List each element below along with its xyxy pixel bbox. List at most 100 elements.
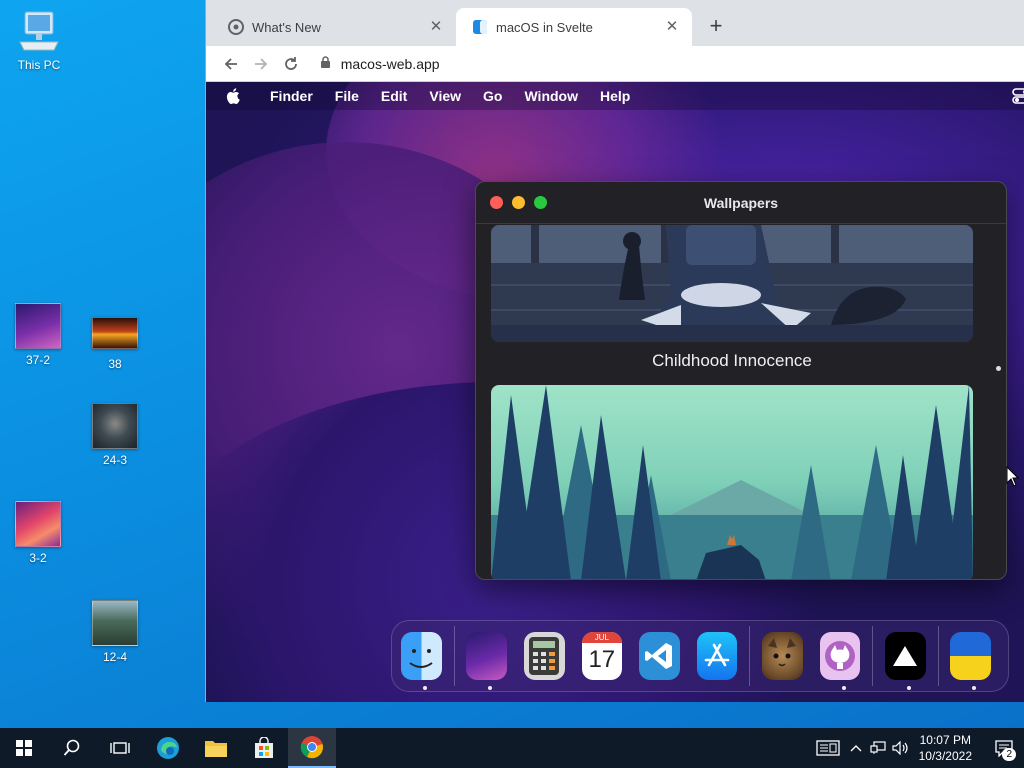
tab-whats-new[interactable]: What's New ✕ [212,8,456,46]
vscode-icon[interactable] [639,632,680,680]
dock-separator [872,626,874,686]
cat-avatar-icon[interactable] [762,632,803,680]
running-indicator [972,686,977,690]
menu-help[interactable]: Help [600,88,630,104]
network-icon[interactable] [867,728,889,768]
desktop-icon-label: 24-3 [102,453,128,467]
wallpaper-preview-image [491,225,973,342]
edge-button[interactable] [144,728,192,768]
desktop-icon-wallpaper[interactable]: 38 [80,307,150,371]
menu-view[interactable]: View [429,88,461,104]
vercel-icon[interactable] [885,632,926,690]
running-indicator [488,686,493,690]
finder-icon[interactable] [401,632,442,690]
dock-separator [453,626,455,686]
window-titlebar[interactable]: Wallpapers [476,182,1006,224]
forward-arrow-icon[interactable] [246,50,276,78]
task-view-icon [110,742,130,754]
menu-app-name[interactable]: Finder [270,88,313,104]
menu-window[interactable]: Window [524,88,578,104]
store-button[interactable] [240,728,288,768]
macos-dock: JUL 17 [391,620,1009,692]
chrome-icon [300,736,323,759]
clock[interactable]: 10:07 PM 10/3/2022 [919,732,972,764]
new-tab-button[interactable]: + [704,14,728,38]
address-text: macos-web.app [340,55,440,72]
tab-macos-in-svelte[interactable]: macOS in Svelte ✕ [456,8,692,46]
desktop-icon-label: 3-2 [29,551,47,565]
desktop-icon-label: This PC [17,58,61,72]
wallpaper-thumbnail [92,600,138,646]
calendar-day: 17 [588,646,616,673]
tab-title: macOS in Svelte [496,19,593,35]
store-icon [255,737,273,758]
chevron-up-icon[interactable] [845,728,867,768]
start-button[interactable] [0,728,48,768]
search-button[interactable] [48,728,96,768]
wallpaper-thumbnail [92,403,138,449]
notification-count: 2 [1002,748,1016,761]
file-explorer-button[interactable] [192,728,240,768]
traffic-lights [490,196,547,209]
running-indicator [907,686,912,690]
back-arrow-icon[interactable] [216,50,246,78]
volume-icon[interactable] [889,728,911,768]
close-window-button[interactable] [490,196,503,209]
app-store-icon[interactable] [696,632,738,680]
desktop-icon-label: 38 [108,357,122,371]
scrollbar-indicator[interactable] [996,366,1001,371]
computer-icon [19,11,59,51]
address-bar[interactable]: macos-web.app [314,50,1024,78]
desktop-icon-wallpaper[interactable]: 37-2 [3,303,73,367]
desktop-icon-this-pc[interactable]: This PC [4,10,74,72]
menu-file[interactable]: File [335,88,359,104]
task-view-button[interactable] [96,728,144,768]
desktop-icon-label: 12-4 [102,650,128,664]
dock-separator [749,626,751,686]
desktop-icon-wallpaper[interactable]: 12-4 [80,600,150,664]
browser-window: What's New ✕ macOS in Svelte ✕ + macos-w… [205,0,1024,702]
finder-favicon-icon [472,19,488,35]
wallpaper-preview-image [491,385,973,579]
wallpaper-thumbnail [15,501,61,547]
desktop-icon-wallpaper[interactable]: 3-2 [3,501,73,565]
close-tab-icon[interactable]: ✕ [664,19,680,35]
wallpapers-icon[interactable] [466,632,507,690]
macos-menubar: Finder File Edit View Go Window Help [206,82,1024,110]
window-title: Wallpapers [703,194,779,211]
lock-icon [320,55,331,72]
wallpaper-name: Childhood Innocence [652,351,812,370]
apple-logo-icon[interactable] [226,88,244,104]
dock-separator [937,626,939,686]
wallpaper-card[interactable] [491,225,973,342]
wallpaper-card[interactable] [491,385,973,579]
wallpapers-window: Wallpapers Childhood Innocence [475,181,1007,580]
control-center-icon[interactable] [1012,88,1024,107]
calculator-icon[interactable] [523,632,565,680]
desktop-icon-wallpaper[interactable]: 24-3 [80,403,150,467]
ukraine-flag-icon[interactable] [950,632,991,690]
github-icon[interactable] [819,632,861,690]
menu-edit[interactable]: Edit [381,88,407,104]
browser-toolbar: macos-web.app [206,46,1024,82]
edge-icon [157,737,179,759]
folder-icon [205,741,227,757]
reload-icon[interactable] [276,50,306,78]
tab-title: What's New [252,19,321,35]
menu-go[interactable]: Go [483,88,502,104]
notification-center-button[interactable]: 2 [984,739,1024,761]
mouse-pointer-icon [1006,465,1020,493]
close-tab-icon[interactable]: ✕ [428,19,444,35]
chrome-button[interactable] [288,728,336,768]
calendar-icon[interactable]: JUL 17 [581,632,623,680]
maximize-window-button[interactable] [534,196,547,209]
minimize-window-button[interactable] [512,196,525,209]
news-interests-icon[interactable] [811,728,845,768]
running-indicator [841,686,846,690]
chrome-favicon-icon [228,19,244,35]
macos-desktop: Finder File Edit View Go Window Help Wal… [206,82,1024,702]
windows-logo-icon [16,740,32,756]
windows-taskbar: 10:07 PM 10/3/2022 2 [0,728,1024,768]
clock-time: 10:07 PM [919,733,971,747]
calendar-month: JUL [581,632,623,643]
